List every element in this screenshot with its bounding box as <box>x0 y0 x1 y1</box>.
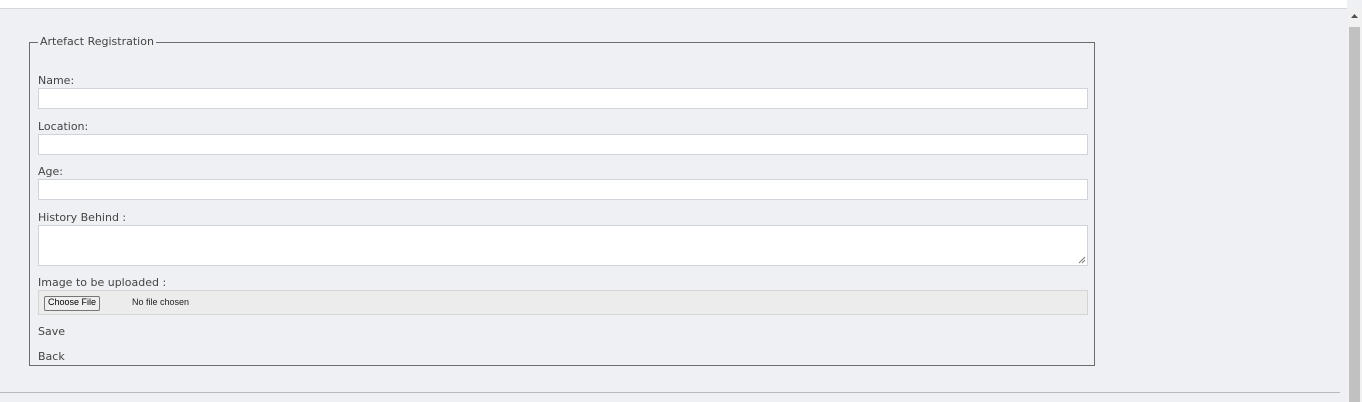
choose-file-button[interactable]: Choose File <box>44 296 101 311</box>
back-button[interactable]: Back <box>38 350 65 363</box>
top-bar <box>0 0 1347 9</box>
location-label: Location: <box>38 120 89 133</box>
save-button[interactable]: Save <box>38 325 65 338</box>
triangle-up-icon[interactable] <box>1347 9 1362 23</box>
vertical-scrollbar[interactable] <box>1347 9 1362 402</box>
age-input[interactable] <box>38 179 1088 200</box>
name-input[interactable] <box>38 88 1088 109</box>
history-textarea[interactable] <box>38 225 1088 266</box>
divider <box>0 392 1340 393</box>
history-label: History Behind : <box>38 211 127 224</box>
fieldset-legend: Artefact Registration <box>40 35 154 48</box>
name-label: Name: <box>38 74 75 87</box>
file-upload-field[interactable]: Choose File No file chosen <box>38 290 1088 315</box>
scrollbar-thumb[interactable] <box>1349 27 1360 402</box>
resize-grip-icon[interactable] <box>1078 256 1086 264</box>
age-label: Age: <box>38 165 63 178</box>
artefact-registration-fieldset: Artefact Registration Name: Location: Ag… <box>29 36 1095 366</box>
file-status-text: No file chosen <box>132 297 190 307</box>
image-upload-label: Image to be uploaded : <box>38 276 167 289</box>
location-input[interactable] <box>38 134 1088 155</box>
page-content: Artefact Registration Name: Location: Ag… <box>0 9 1347 402</box>
